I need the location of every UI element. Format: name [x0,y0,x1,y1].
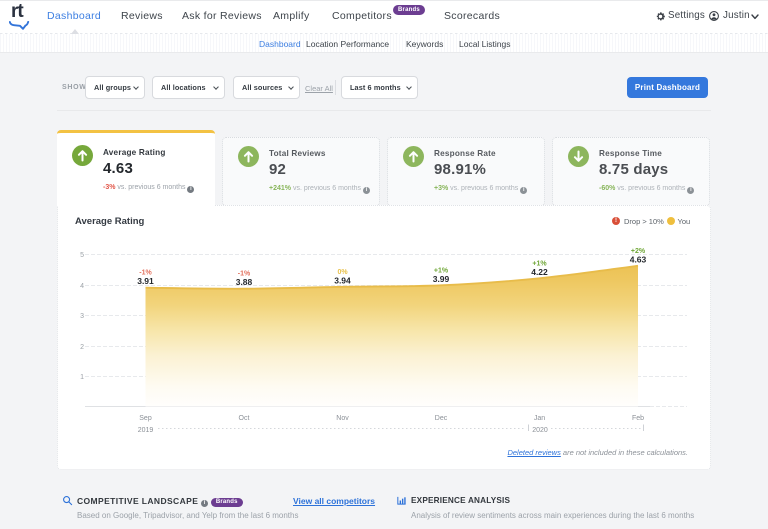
svg-text:4: 4 [80,283,84,290]
svg-text:1: 1 [80,374,84,381]
svg-text:3.88: 3.88 [236,277,253,287]
svg-text:Jan: Jan [534,415,545,422]
svg-text:3.94: 3.94 [334,275,351,285]
svg-text:5: 5 [80,252,84,259]
svg-text:Oct: Oct [239,415,250,422]
svg-text:3: 3 [80,313,84,320]
svg-text:Sep: Sep [139,415,152,422]
svg-text:4.63: 4.63 [630,254,647,264]
svg-text:2: 2 [80,344,84,351]
svg-text:2020: 2020 [532,427,548,434]
svg-text:Nov: Nov [336,415,349,422]
svg-text:Feb: Feb [632,415,644,422]
svg-text:3.91: 3.91 [137,276,154,286]
svg-text:Dec: Dec [435,415,448,422]
svg-text:4.22: 4.22 [531,267,548,277]
svg-text:3.99: 3.99 [433,274,450,284]
svg-text:2019: 2019 [138,427,154,434]
